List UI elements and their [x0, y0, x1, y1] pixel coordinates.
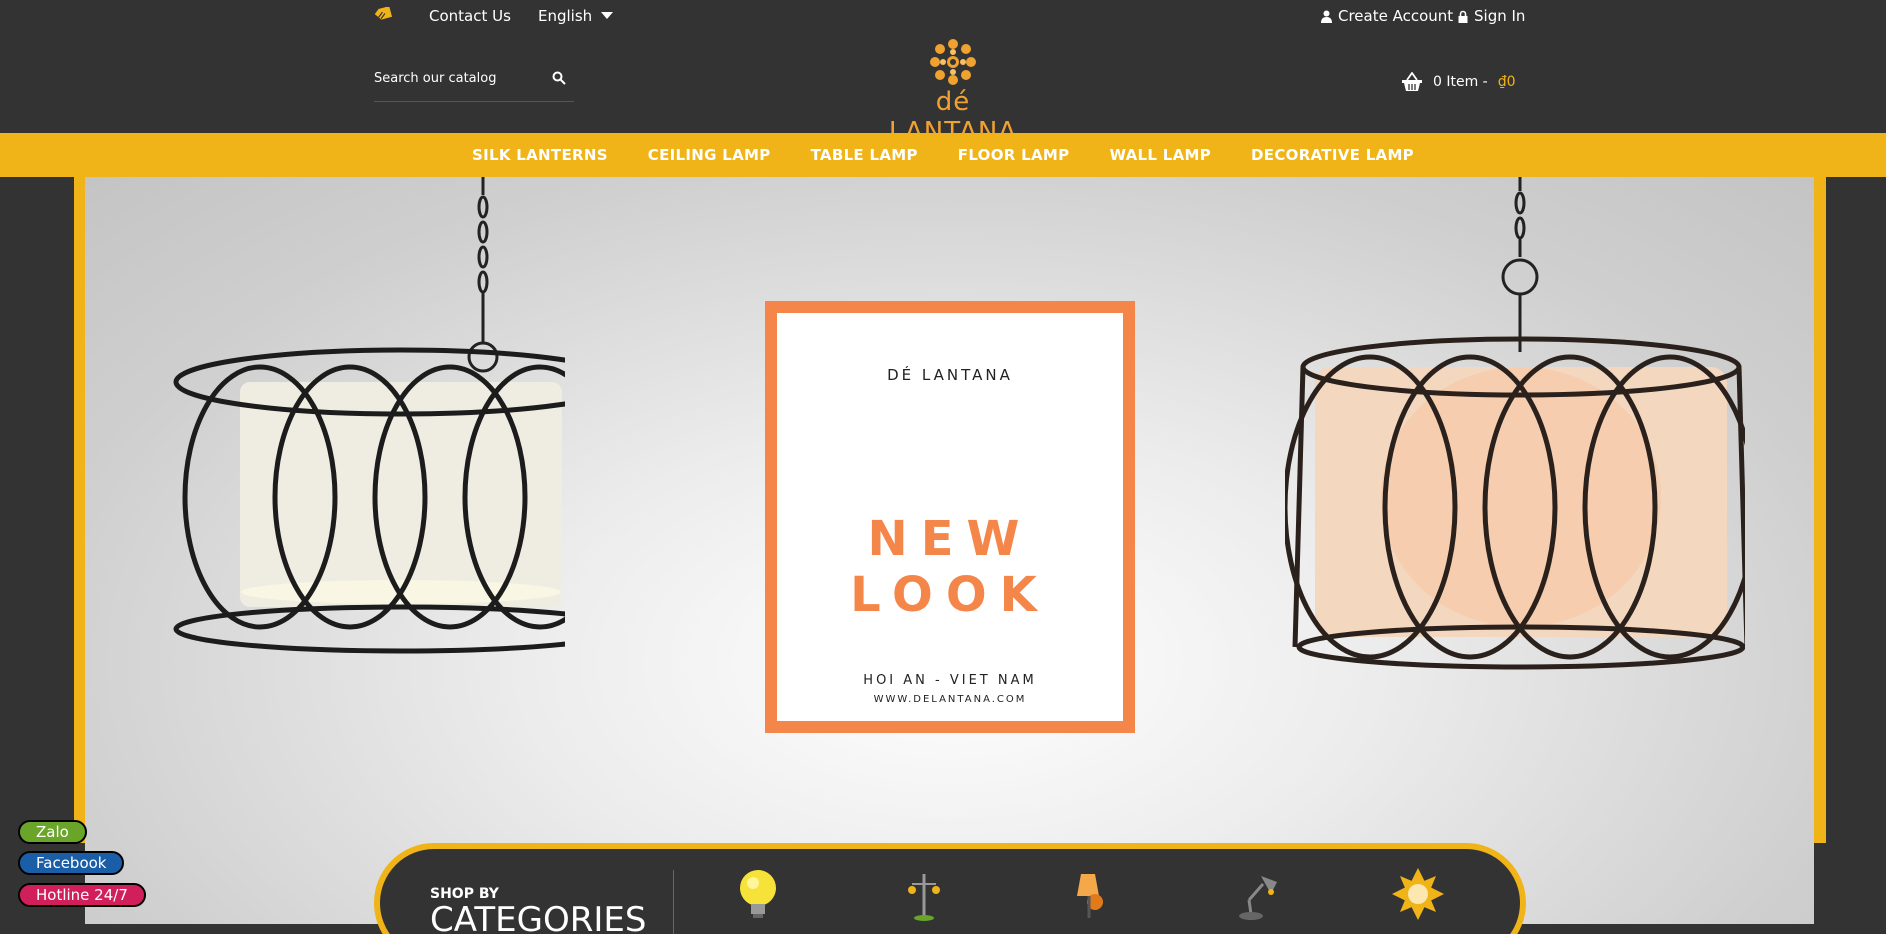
- sun-lamp-icon[interactable]: [1392, 866, 1444, 922]
- card-headline: NEW LOOK: [850, 511, 1050, 623]
- nav-item-ceiling-lamp[interactable]: CEILING LAMP: [648, 146, 771, 164]
- search-box: [374, 66, 574, 102]
- zalo-button[interactable]: Zalo: [18, 820, 87, 844]
- search-input[interactable]: [374, 66, 544, 90]
- categories-title: CATEGORIES: [430, 900, 647, 934]
- hero-banner[interactable]: DÉ LANTANA NEW LOOK HOI AN - VIET NAM WW…: [85, 177, 1814, 924]
- site-logo[interactable]: dé LANTANA: [878, 34, 1028, 147]
- cart-summary[interactable]: 0 Item - ₫0: [1401, 72, 1516, 92]
- nav-item-table-lamp[interactable]: TABLE LAMP: [811, 146, 918, 164]
- nav-item-floor-lamp[interactable]: FLOOR LAMP: [958, 146, 1070, 164]
- card-url: WWW.DELANTANA.COM: [873, 694, 1027, 705]
- sign-in-link[interactable]: Sign In: [1458, 7, 1525, 25]
- main-nav: SILK LANTERNS CEILING LAMP TABLE LAMP FL…: [0, 133, 1886, 177]
- create-account-link[interactable]: Create Account: [1321, 7, 1453, 25]
- desk-lamp-icon[interactable]: [1231, 866, 1283, 922]
- language-label: English: [538, 7, 593, 25]
- caret-down-icon: [601, 12, 614, 19]
- pendant-lamp-right-image: [1285, 177, 1745, 670]
- create-account-label: Create Account: [1338, 7, 1454, 25]
- user-icon: [1321, 10, 1332, 23]
- facebook-button[interactable]: Facebook: [18, 851, 125, 875]
- new-look-card: DÉ LANTANA NEW LOOK HOI AN - VIET NAM WW…: [765, 301, 1135, 733]
- light-bulb-icon[interactable]: [732, 866, 784, 922]
- cart-count: 0 Item -: [1433, 74, 1488, 90]
- street-lamp-icon[interactable]: [898, 866, 950, 922]
- basket-icon: [1402, 72, 1422, 91]
- contact-us-link[interactable]: Contact Us: [429, 7, 511, 25]
- nav-item-decorative-lamp[interactable]: DECORATIVE LAMP: [1251, 146, 1414, 164]
- hotline-button[interactable]: Hotline 24/7: [18, 883, 146, 907]
- sign-in-label: Sign In: [1474, 7, 1526, 25]
- cart-total: ₫0: [1497, 74, 1516, 90]
- search-icon[interactable]: [552, 71, 566, 85]
- card-brand: DÉ LANTANA: [887, 366, 1013, 384]
- lock-icon: [1458, 10, 1468, 23]
- nav-item-wall-lamp[interactable]: WALL LAMP: [1109, 146, 1211, 164]
- language-selector[interactable]: English: [538, 7, 614, 25]
- categories-divider: [673, 870, 674, 934]
- nav-item-silk-lanterns[interactable]: SILK LANTERNS: [472, 146, 608, 164]
- top-bar: Contact Us English Create Account Sign I…: [0, 0, 1886, 30]
- card-location: HOI AN - VIET NAM: [863, 673, 1037, 688]
- price-tag-icon[interactable]: [374, 7, 392, 21]
- wall-sconce-icon[interactable]: [1065, 866, 1117, 922]
- flower-logo-icon: [930, 39, 976, 85]
- pendant-lamp-left-image: [173, 177, 565, 654]
